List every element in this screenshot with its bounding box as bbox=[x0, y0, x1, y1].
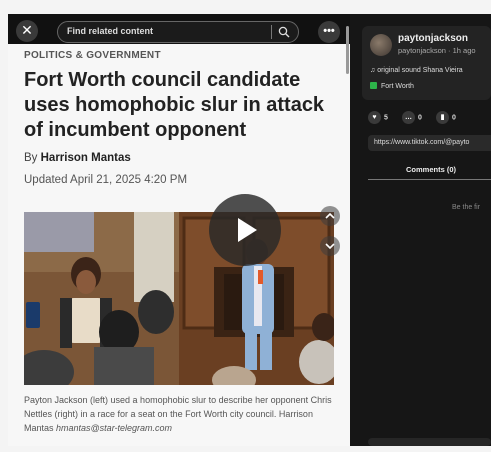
close-button[interactable]: ✕ bbox=[16, 20, 38, 42]
more-button[interactable]: ••• bbox=[318, 21, 340, 43]
sound-row[interactable]: ♫ original sound Shana Vieira bbox=[370, 67, 463, 74]
username[interactable]: paytonjackson bbox=[398, 33, 468, 44]
article-photo bbox=[24, 212, 334, 385]
tab-underline bbox=[368, 179, 491, 180]
location-icon bbox=[370, 82, 377, 89]
search-input[interactable]: Find related content bbox=[57, 21, 299, 43]
photo-caption: Payton Jackson (left) used a homophobic … bbox=[24, 393, 336, 435]
save-button[interactable]: ▮ 0 bbox=[436, 111, 456, 124]
scrollbar[interactable] bbox=[346, 26, 349, 74]
sound-label: original sound Shana Vieira bbox=[377, 67, 463, 74]
empty-comments-hint: Be the fir bbox=[452, 204, 481, 211]
url-field[interactable]: https://www.tiktok.com/@payto bbox=[368, 135, 491, 151]
avatar[interactable] bbox=[370, 34, 392, 56]
comment-count: 0 bbox=[418, 114, 422, 122]
location-label: Fort Worth bbox=[381, 83, 414, 90]
search-icon[interactable] bbox=[278, 26, 290, 38]
play-icon bbox=[238, 218, 257, 242]
updated-timestamp: Updated April 21, 2025 4:20 PM bbox=[24, 174, 188, 186]
author-link[interactable]: Harrison Mantas bbox=[41, 152, 131, 164]
url-text: https://www.tiktok.com/@payto bbox=[374, 139, 470, 146]
caption-email[interactable]: hmantas@star-telegram.com bbox=[56, 423, 172, 433]
search-divider bbox=[271, 25, 272, 39]
byline: By Harrison Mantas bbox=[24, 152, 131, 164]
comment-icon: … bbox=[402, 111, 415, 124]
app-frame: ✕ Find related content ••• POLITICS & GO… bbox=[8, 14, 491, 446]
like-count: 5 bbox=[384, 114, 388, 122]
comment-button[interactable]: … 0 bbox=[402, 111, 422, 124]
like-button[interactable]: ♥ 5 bbox=[368, 111, 388, 124]
next-button[interactable] bbox=[320, 236, 340, 256]
article-headline: Fort Worth council candidate uses homoph… bbox=[24, 69, 325, 141]
user-card: paytonjackson paytonjackson · 1h ago ♫ o… bbox=[362, 26, 491, 100]
photo-illustration bbox=[24, 212, 334, 385]
chevron-down-icon bbox=[325, 243, 335, 250]
save-count: 0 bbox=[452, 114, 456, 122]
previous-button[interactable] bbox=[320, 206, 340, 226]
video-info-panel: paytonjackson paytonjackson · 1h ago ♫ o… bbox=[350, 14, 491, 446]
user-handle: paytonjackson · 1h ago bbox=[398, 46, 476, 55]
chevron-up-icon bbox=[325, 212, 335, 219]
location-row[interactable]: Fort Worth bbox=[370, 82, 414, 90]
close-icon: ✕ bbox=[21, 23, 33, 39]
music-note-icon: ♫ bbox=[370, 67, 376, 74]
play-button[interactable] bbox=[209, 194, 281, 266]
search-placeholder: Find related content bbox=[67, 26, 154, 36]
byline-prefix: By bbox=[24, 152, 38, 164]
article-pane: ✕ Find related content ••• POLITICS & GO… bbox=[8, 14, 350, 446]
comment-input[interactable] bbox=[368, 438, 491, 446]
top-toolbar: ✕ Find related content ••• bbox=[8, 14, 350, 44]
heart-icon: ♥ bbox=[368, 111, 381, 124]
section-kicker[interactable]: POLITICS & GOVERNMENT bbox=[24, 50, 161, 61]
tab-comments[interactable]: Comments (0) bbox=[406, 165, 456, 174]
more-icon: ••• bbox=[323, 25, 335, 37]
bookmark-icon: ▮ bbox=[436, 111, 449, 124]
